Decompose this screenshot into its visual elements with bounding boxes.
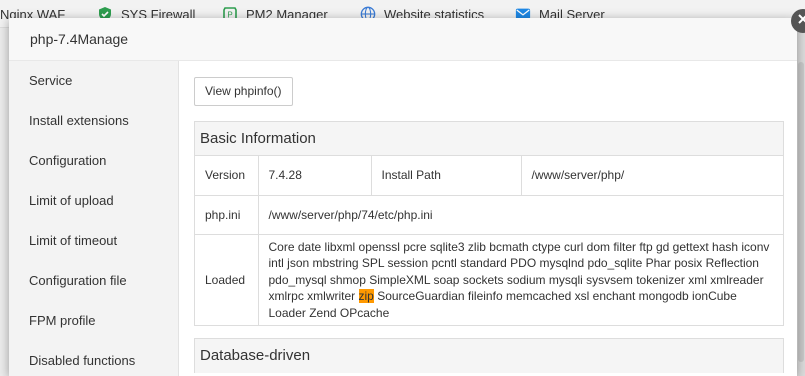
basic-information-title: Basic Information — [195, 122, 783, 156]
database-driven-title: Database-driven — [195, 339, 783, 374]
phpini-label: php.ini — [195, 195, 259, 235]
dialog-body: Service Install extensions Configuration… — [9, 61, 797, 376]
version-value: 7.4.28 — [258, 156, 372, 196]
loaded-extensions: Core date libxml openssl pcre sqlite3 zl… — [258, 234, 783, 325]
view-phpinfo-button[interactable]: View phpinfo() — [194, 77, 293, 106]
sidebar-item-limit-of-timeout[interactable]: Limit of timeout — [9, 221, 178, 261]
database-driven-section: Database-driven — [194, 338, 784, 374]
table-row: Loaded Core date libxml openssl pcre sql… — [195, 234, 783, 326]
sidebar-item-limit-of-upload[interactable]: Limit of upload — [9, 181, 178, 221]
background-scrollbar-thumb[interactable] — [798, 62, 804, 362]
phpini-value: /www/server/php/74/etc/php.ini — [258, 195, 783, 235]
sidebar-item-service[interactable]: Service — [9, 61, 178, 101]
table-row: Version 7.4.28 Install Path /www/server/… — [195, 156, 783, 196]
dialog-title: php-7.4Manage — [30, 31, 129, 47]
php-manage-dialog: php-7.4Manage Service Install extensions… — [9, 18, 797, 376]
dialog-sidebar: Service Install extensions Configuration… — [9, 61, 179, 376]
sidebar-item-fpm-profile[interactable]: FPM profile — [9, 301, 178, 341]
sidebar-item-configuration[interactable]: Configuration — [9, 141, 178, 181]
sidebar-item-install-extensions[interactable]: Install extensions — [9, 101, 178, 141]
basic-information-table: Version 7.4.28 Install Path /www/server/… — [195, 156, 783, 326]
dialog-header: php-7.4Manage — [9, 18, 797, 61]
install-path-value: /www/server/php/ — [521, 156, 783, 196]
loaded-label: Loaded — [195, 234, 259, 326]
table-row: php.ini /www/server/php/74/etc/php.ini — [195, 195, 783, 235]
install-path-label: Install Path — [371, 156, 522, 196]
sidebar-item-configuration-file[interactable]: Configuration file — [9, 261, 178, 301]
loaded-extension-highlight: zip — [358, 289, 374, 304]
background-left-panel — [0, 28, 9, 376]
dialog-content: View phpinfo() Basic Information Version… — [194, 77, 784, 374]
sidebar-item-disabled-functions[interactable]: Disabled functions — [9, 341, 178, 376]
basic-information-section: Basic Information Version 7.4.28 Install… — [194, 121, 784, 327]
version-label: Version — [195, 156, 259, 196]
close-icon — [797, 12, 805, 30]
